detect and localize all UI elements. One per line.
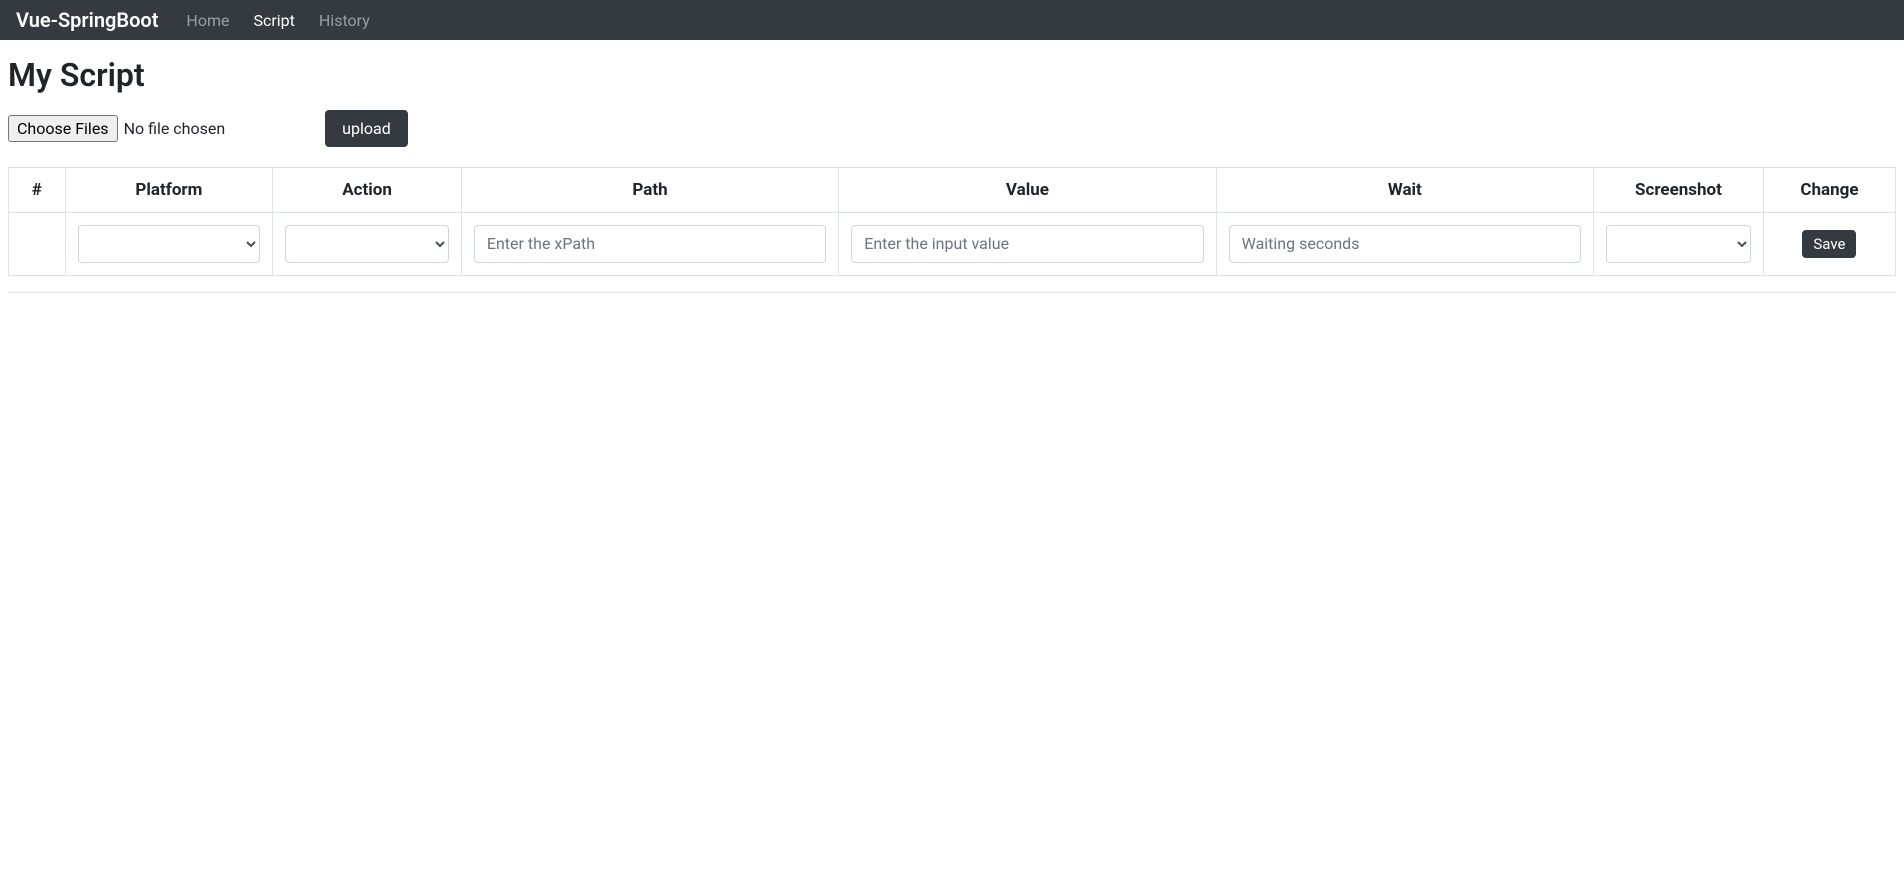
divider [8, 292, 1896, 293]
choose-files-button[interactable]: Choose Files [8, 115, 118, 142]
nav-link-history[interactable]: History [307, 3, 382, 38]
action-select[interactable] [285, 225, 449, 263]
upload-row: Choose Files No file chosen upload [8, 110, 1896, 147]
header-platform: Platform [65, 168, 273, 213]
table-row: Save [9, 213, 1896, 276]
navbar-nav: Home Script History [174, 11, 381, 30]
cell-platform [65, 213, 273, 276]
header-change: Change [1763, 168, 1895, 213]
navbar-brand[interactable]: Vue-SpringBoot [16, 8, 158, 32]
cell-path [461, 213, 838, 276]
screenshot-select[interactable] [1606, 225, 1751, 263]
path-input[interactable] [474, 225, 826, 263]
wait-input[interactable] [1229, 225, 1581, 263]
cell-action [273, 213, 462, 276]
header-value: Value [839, 168, 1216, 213]
value-input[interactable] [851, 225, 1203, 263]
nav-link-home[interactable]: Home [174, 3, 241, 38]
nav-link-script[interactable]: Script [241, 3, 306, 38]
cell-change: Save [1763, 213, 1895, 276]
header-screenshot: Screenshot [1594, 168, 1764, 213]
table-header-row: # Platform Action Path Value Wait Screen… [9, 168, 1896, 213]
header-wait: Wait [1216, 168, 1593, 213]
file-status-text: No file chosen [124, 119, 226, 138]
save-button[interactable]: Save [1802, 230, 1856, 258]
header-path: Path [461, 168, 838, 213]
header-hash: # [9, 168, 66, 213]
navbar: Vue-SpringBoot Home Script History [0, 0, 1904, 40]
header-action: Action [273, 168, 462, 213]
cell-wait [1216, 213, 1593, 276]
file-input-wrapper: Choose Files No file chosen [8, 115, 225, 142]
main-container: My Script Choose Files No file chosen up… [0, 40, 1904, 317]
page-title: My Script [8, 56, 1896, 94]
platform-select[interactable] [78, 225, 261, 263]
cell-value [839, 213, 1216, 276]
cell-screenshot [1594, 213, 1764, 276]
script-table: # Platform Action Path Value Wait Screen… [8, 167, 1896, 276]
upload-button[interactable]: upload [325, 110, 408, 147]
cell-hash [9, 213, 66, 276]
